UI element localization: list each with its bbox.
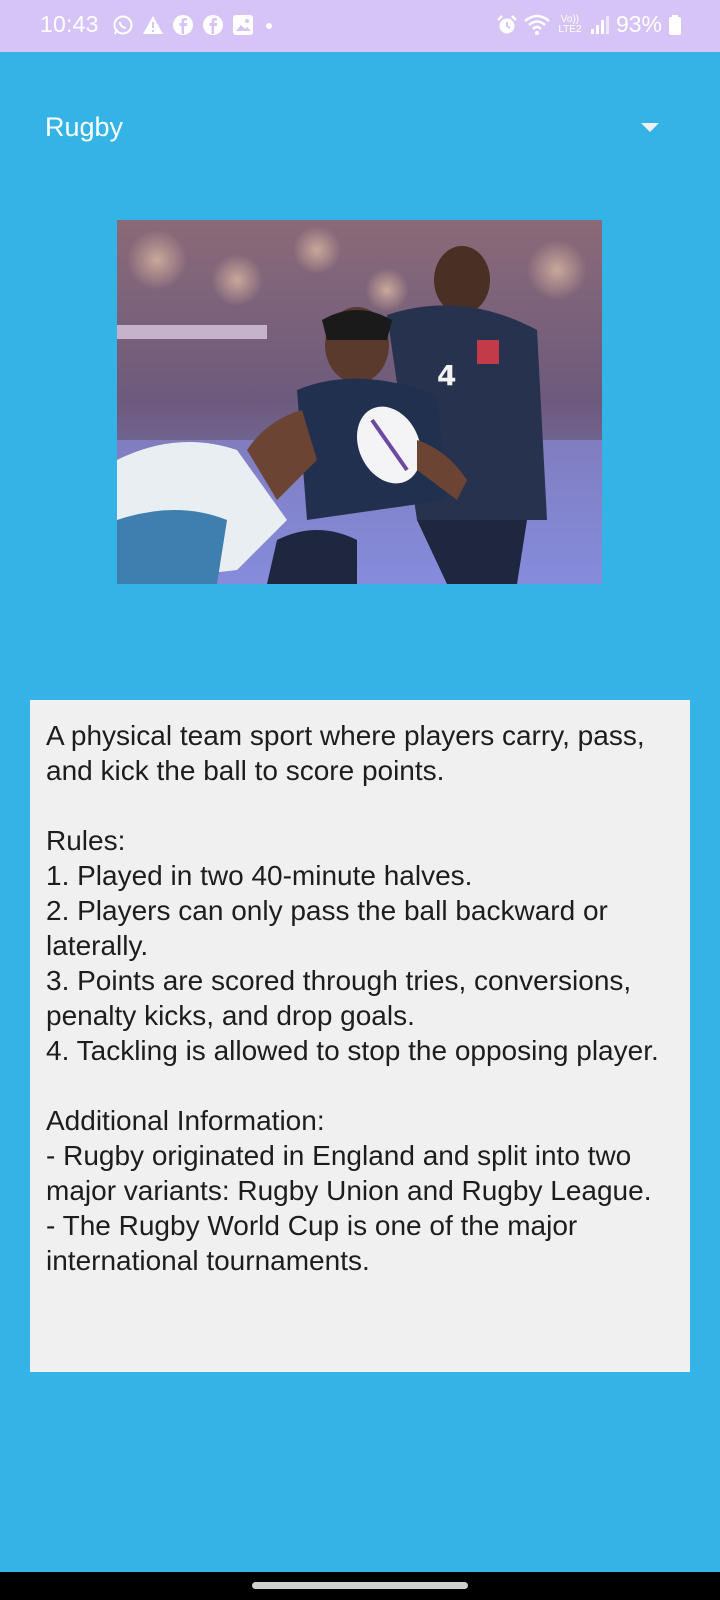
status-time: 10:43: [40, 11, 99, 37]
status-system-icons: Vo)) LTE2 93%: [496, 11, 682, 38]
sport-description: A physical team sport where players carr…: [46, 720, 659, 1276]
svg-text:4: 4: [437, 359, 456, 392]
home-gesture-handle[interactable]: [252, 1582, 468, 1589]
status-notification-icons: [112, 14, 276, 36]
signal-icon: [590, 14, 610, 36]
sport-dropdown-selected: Rugby: [45, 112, 124, 142]
dot-icon: [262, 14, 276, 36]
whatsapp-icon: [112, 14, 134, 36]
facebook-icon: [172, 14, 194, 36]
battery-icon: [668, 14, 682, 36]
alarm-icon: [496, 14, 518, 36]
battery-percent: 93%: [615, 11, 662, 37]
network-type-label: Vo)) LTE2: [558, 13, 582, 35]
sport-dropdown[interactable]: Rugby: [24, 96, 680, 166]
gallery-icon: [232, 14, 254, 36]
wifi-icon: [524, 14, 550, 36]
navigation-bar: [0, 1572, 720, 1600]
sport-info-card: A physical team sport where players carr…: [30, 700, 690, 1372]
sport-image: 4: [117, 220, 602, 584]
status-bar: 10:43 Vo)) LTE2 93%: [0, 0, 720, 52]
warning-icon: [142, 14, 164, 36]
facebook-icon: [202, 14, 224, 36]
dropdown-arrow-icon: [641, 123, 659, 132]
